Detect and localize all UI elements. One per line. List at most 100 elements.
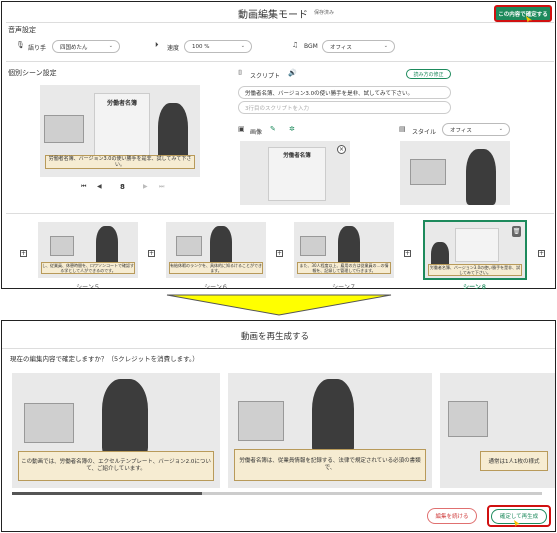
style-preview[interactable] xyxy=(400,141,510,205)
confirm-button[interactable]: この内容で確定する xyxy=(494,5,552,22)
speed-label: 速度 xyxy=(167,45,180,52)
edit-icon[interactable]: ✎ xyxy=(270,126,276,133)
continue-editing-button[interactable]: 編集を続ける xyxy=(427,508,477,524)
scene-caption: 有給休暇のランクを、具体的に知るけることができます。 xyxy=(169,262,263,274)
script-label: スクリプト xyxy=(250,73,281,80)
scene-section-heading: 個別シーン設定 xyxy=(8,69,57,77)
scene-caption: 労働者名簿、バージョン3.0の使い勝手を是非、試してみて下さい。 xyxy=(428,264,522,276)
confirm-regenerate-button[interactable]: 確定して再生成 xyxy=(491,508,547,524)
image-icon: ▣ xyxy=(238,125,245,133)
monitor-image xyxy=(238,401,284,441)
video-edit-screen: 動画編集モード 保存済み この内容で確定する 音声設定 🎙 語り手 四国めたん ⌄… xyxy=(1,1,556,291)
style-icon: ▤ xyxy=(399,125,406,133)
narrator-label: 語り手 xyxy=(28,45,47,52)
scene-label-selected: シーン８ xyxy=(463,284,487,291)
card-caption: 労働者名簿は、従業員情報を記録する、法律で規定されている必須の書類で、 xyxy=(234,449,426,481)
speed-select[interactable]: 100 % ⌄ xyxy=(184,40,252,53)
confirm-question: 現在の編集内容で確定しますか？（5クレジットを消費します。） xyxy=(10,355,199,363)
carousel-scrollbar[interactable] xyxy=(12,492,542,495)
chevron-down-icon: ⌄ xyxy=(108,43,113,49)
scrollbar-track xyxy=(202,492,542,495)
scene-thumb-7[interactable]: また、30人程度以上、雇用の方は従業員の…の情報を、記録して管理して行きます。 xyxy=(294,222,394,278)
scene-carousel[interactable]: この動画では、労働者名簿の、エクセルテンプレート、バージョン2.0について、ご紹… xyxy=(12,373,555,491)
carousel-card-1: この動画では、労働者名簿の、エクセルテンプレート、バージョン2.0について、ご紹… xyxy=(12,373,220,488)
regenerate-image-icon[interactable]: ✲ xyxy=(289,126,295,133)
divider xyxy=(6,22,554,23)
monitor-image xyxy=(24,403,74,443)
divider xyxy=(6,61,554,62)
script-line-2[interactable]: 3行目のスクリプトを入力 xyxy=(238,101,451,114)
speed-icon: ⏵ xyxy=(155,41,159,49)
page-title: 動画編集モード xyxy=(238,10,308,21)
prev-scene-icon[interactable]: ◀ xyxy=(97,184,102,190)
thumb-doc-title: 労働者名簿 xyxy=(283,153,311,159)
monitor-image xyxy=(448,401,488,437)
chevron-down-icon: ⌄ xyxy=(240,43,245,49)
bgm-label: BGM xyxy=(304,43,318,50)
scene-thumb-8[interactable]: 🗑 労働者名簿、バージョン3.0の使い勝手を是非、試してみて下さい。 xyxy=(423,220,527,280)
narrator-value: 四国めたん xyxy=(60,44,88,51)
close-icon[interactable]: × xyxy=(337,145,346,154)
scene-label: シーン５ xyxy=(76,284,100,291)
add-scene-icon[interactable]: + xyxy=(20,250,27,257)
image-thumbnail[interactable]: 労働者名簿 × xyxy=(240,141,350,205)
card-caption: 通常は1人1枚の様式 xyxy=(480,451,548,471)
scene-number: 8 xyxy=(120,183,125,191)
carousel-card-2: 労働者名簿は、従業員情報を記録する、法律で規定されている必須の書類で、 xyxy=(228,373,432,488)
preview-caption: 労働者名簿、バージョン3.0の使い勝手を是非、試してみて下さい。 xyxy=(44,155,196,169)
monitor-image xyxy=(176,236,202,256)
person-image xyxy=(466,149,496,205)
last-scene-icon[interactable]: ⏭ xyxy=(159,184,164,190)
narrator-icon: 🎙 xyxy=(16,41,25,49)
person-image xyxy=(158,103,188,163)
script-icon: ⌷ xyxy=(238,69,243,77)
add-scene-icon[interactable]: + xyxy=(538,250,545,257)
down-arrow-icon xyxy=(166,294,392,316)
speed-value: 100 % xyxy=(192,43,210,50)
image-label: 画像 xyxy=(250,129,263,136)
person-image xyxy=(210,226,232,266)
scene-thumb-6[interactable]: 有給休暇のランクを、具体的に知るけることができます。 xyxy=(166,222,266,278)
monitor-image xyxy=(50,236,74,256)
regenerate-dialog: 動画を再生成する 現在の編集内容で確定しますか？（5クレジットを消費します。） … xyxy=(1,320,556,532)
saved-status: 保存済み xyxy=(314,10,335,16)
preview-doc-title: 労働者名簿 xyxy=(106,100,137,107)
add-scene-icon[interactable]: + xyxy=(148,250,155,257)
document-image xyxy=(455,228,499,262)
dialog-title: 動画を再生成する xyxy=(241,332,310,342)
style-value: オフィス xyxy=(450,127,472,134)
add-scene-icon[interactable]: + xyxy=(404,250,411,257)
scene-preview: 労働者名簿 労働者名簿、バージョン3.0の使い勝手を是非、試してみて下さい。 xyxy=(40,85,200,177)
trash-icon[interactable]: 🗑 xyxy=(512,226,521,237)
scene-label: シーン７ xyxy=(332,284,356,291)
style-select[interactable]: オフィス ⌄ xyxy=(442,123,510,136)
monitor-image xyxy=(44,115,84,143)
monitor-image xyxy=(410,159,446,185)
read-aloud-fix-button[interactable]: 読み方の修正 xyxy=(406,69,451,79)
chevron-down-icon: ⌄ xyxy=(383,43,388,49)
add-scene-icon[interactable]: + xyxy=(276,250,283,257)
scene-caption: また、30人程度以上、雇用の方は従業員の…の情報を、記録して管理して行きます。 xyxy=(297,262,391,274)
music-icon: ♫ xyxy=(292,41,299,49)
style-label: スタイル xyxy=(412,129,437,136)
next-scene-icon[interactable]: ▶ xyxy=(143,184,148,190)
person-image xyxy=(96,226,118,266)
narrator-select[interactable]: 四国めたん ⌄ xyxy=(52,40,120,53)
scene-label: シーン６ xyxy=(204,284,228,291)
person-image xyxy=(102,379,148,455)
monitor-image xyxy=(300,236,326,256)
card-caption: この動画では、労働者名簿の、エクセルテンプレート、バージョン2.0について、ご紹… xyxy=(18,451,214,481)
divider xyxy=(2,348,555,349)
bgm-value: オフィス xyxy=(330,44,352,51)
carousel-card-3: 通常は1人1枚の様式 xyxy=(440,373,555,488)
divider xyxy=(6,213,554,214)
bgm-select[interactable]: オフィス ⌄ xyxy=(322,40,395,53)
person-image xyxy=(312,379,354,455)
first-scene-icon[interactable]: ⏮ xyxy=(81,184,86,190)
person-image xyxy=(338,226,360,266)
scene-thumb-5[interactable]: し、従業員、休憩時間を、ロワソンコートで確認する学として人ができるのです。 xyxy=(38,222,138,278)
script-line-1[interactable]: 労働者名簿、バージョン3.0の使い勝手を是非、試してみて下さい。 xyxy=(238,86,451,99)
audio-section-heading: 音声設定 xyxy=(8,26,36,34)
chevron-down-icon: ⌄ xyxy=(498,126,503,132)
speaker-icon[interactable]: 🔊 xyxy=(288,70,297,77)
